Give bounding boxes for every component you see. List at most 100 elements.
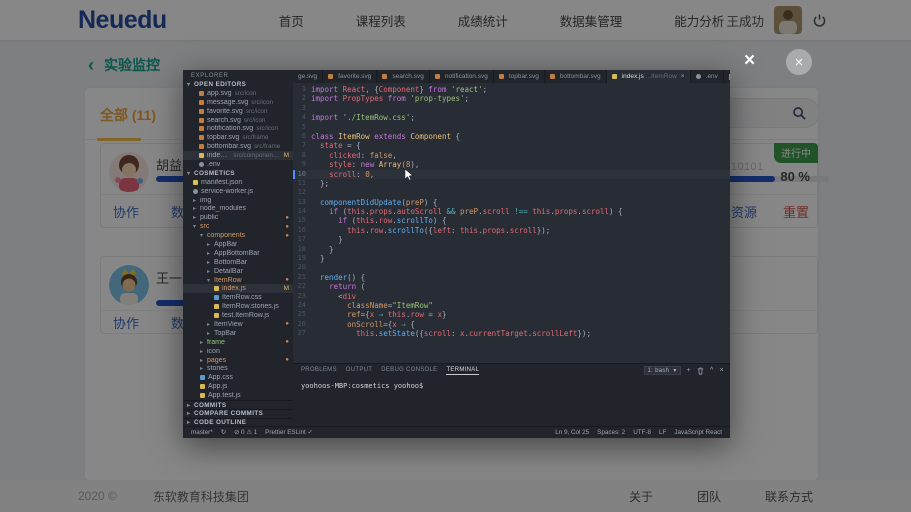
file-itemrow.stories.js[interactable]: ItemRow.stories.js [183, 302, 293, 311]
explorer-section-commits[interactable]: ▸COMMITS [183, 400, 293, 409]
file-manifest.json[interactable]: manifest.json [183, 178, 293, 187]
file-index.js[interactable]: index.jsM [183, 284, 293, 293]
file-app.svg[interactable]: app.svgsrc/icon [183, 89, 293, 98]
folder-components[interactable]: ▾components● [183, 231, 293, 240]
code-line-8[interactable]: 8 clicked: false, [293, 151, 730, 160]
code-line-15[interactable]: 15 if (this.row.scrollTo) { [293, 216, 730, 225]
status-item[interactable]: ↻ [221, 429, 226, 436]
file-search.svg[interactable]: search.svgsrc/icon [183, 116, 293, 125]
close-icon[interactable]: × [744, 50, 755, 72]
code-line-17[interactable]: 17 } [293, 235, 730, 244]
code-line-16[interactable]: 16 this.row.scrollTo({left: this.props.s… [293, 226, 730, 235]
code-editor[interactable]: 1import React, {Component} from 'react';… [293, 83, 730, 363]
code-line-5[interactable]: 5 [293, 123, 730, 132]
folder-topbar[interactable]: ▸TopBar [183, 329, 293, 338]
code-line-19[interactable]: 19 } [293, 254, 730, 263]
folder-frame[interactable]: ▸frame● [183, 338, 293, 347]
code-line-12[interactable]: 12 [293, 188, 730, 197]
kill-terminal-icon[interactable] [697, 367, 704, 375]
folder-icon[interactable]: ▸icon [183, 347, 293, 356]
code-line-6[interactable]: 6class ItemRow extends Component { [293, 132, 730, 141]
file-app.js[interactable]: App.js [183, 382, 293, 391]
code-line-21[interactable]: 21 render() { [293, 273, 730, 282]
explorer-section-compare-commits[interactable]: ▸COMPARE COMMITS [183, 409, 293, 418]
editor-tab-topbar.svg[interactable]: topbar.svg [494, 70, 545, 83]
explorer-section-open-editors[interactable]: ▾OPEN EDITORS [183, 80, 293, 89]
folder-itemview[interactable]: ▸ItemView● [183, 320, 293, 329]
panel-tab-debug-console[interactable]: DEBUG CONSOLE [381, 367, 437, 375]
status-item[interactable]: LF [659, 429, 666, 436]
status-item[interactable]: ⊘ 0 ⚠ 1 [234, 429, 257, 436]
code-line-10[interactable]: 10 scroll: 0, [293, 170, 730, 179]
file-itemrow.css[interactable]: ItemRow.css [183, 293, 293, 302]
file-index.js[interactable]: index.jssrc/components..M [183, 151, 293, 160]
folder-stories[interactable]: ▸stories [183, 365, 293, 374]
folder-bottombar[interactable]: ▸BottomBar [183, 258, 293, 267]
folder-src[interactable]: ▾src● [183, 222, 293, 231]
file-notification.svg[interactable]: notification.svgsrc/icon [183, 124, 293, 133]
status-item[interactable]: Spaces: 2 [597, 429, 625, 436]
code-line-27[interactable]: 27 this.setState({scroll: x.currentTarge… [293, 329, 730, 338]
code-line-26[interactable]: 26 onScroll={x ⇒ { [293, 320, 730, 329]
file-message.svg[interactable]: message.svgsrc/icon [183, 98, 293, 107]
folder-itemrow[interactable]: ▾ItemRow● [183, 276, 293, 285]
folder-appbottombar[interactable]: ▸AppBottomBar [183, 249, 293, 258]
status-item[interactable]: JavaScript React [674, 429, 722, 436]
code-line-25[interactable]: 25 ref={x ⇒ this.row = x} [293, 310, 730, 319]
code-line-20[interactable]: 20 [293, 263, 730, 272]
code-line-3[interactable]: 3 [293, 104, 730, 113]
line-text: if (this.row.scrollTo) { [311, 216, 446, 225]
file-topbar.svg[interactable]: topbar.svgsrc/frame [183, 133, 293, 142]
panel-tab-output[interactable]: OUTPUT [346, 367, 372, 375]
panel-tab-terminal[interactable]: TERMINAL [446, 367, 479, 375]
folder-appbar[interactable]: ▸AppBar [183, 240, 293, 249]
code-line-9[interactable]: 9 style: new Array(8), [293, 160, 730, 169]
file-favorite.svg[interactable]: favorite.svgsrc/icon [183, 107, 293, 116]
code-line-7[interactable]: 7 state = { [293, 141, 730, 150]
code-line-4[interactable]: 4import './ItemRow.css'; [293, 113, 730, 122]
folder-public[interactable]: ▸public● [183, 213, 293, 222]
code-line-1[interactable]: 1import React, {Component} from 'react'; [293, 85, 730, 94]
editor-tab-favorite.svg[interactable]: favorite.svg [323, 70, 377, 83]
status-item[interactable]: UTF-8 [633, 429, 651, 436]
explorer-section-code-outline[interactable]: ▸CODE OUTLINE [183, 418, 293, 426]
code-line-24[interactable]: 24 className="ItemRow" [293, 301, 730, 310]
folder-node_modules[interactable]: ▸node_modules [183, 204, 293, 213]
editor-tab-bottombar.svg[interactable]: bottombar.svg [545, 70, 607, 83]
code-line-11[interactable]: 11 }; [293, 179, 730, 188]
split-editor-icon[interactable] [729, 74, 730, 80]
close-panel-icon[interactable]: × [720, 367, 724, 374]
editor-tab-ge.svg[interactable]: ge.svg [293, 70, 323, 83]
file-app.css[interactable]: App.css [183, 373, 293, 382]
code-line-2[interactable]: 2import PropTypes from 'prop-types'; [293, 94, 730, 103]
shell-select[interactable]: 1: bash▾ [644, 366, 681, 375]
editor-tab-index.js[interactable]: index.js...ItemRow× [607, 70, 691, 83]
file-service-worker.js[interactable]: service-worker.js [183, 187, 293, 196]
file-bottombar.svg[interactable]: bottombar.svgsrc/frame [183, 142, 293, 151]
code-line-14[interactable]: 14 if (this.props.autoScroll && preP.scr… [293, 207, 730, 216]
file-app.test.js[interactable]: App.test.js [183, 391, 293, 400]
folder-pages[interactable]: ▸pages● [183, 356, 293, 365]
file-.env[interactable]: .env [183, 160, 293, 169]
folder-detailbar[interactable]: ▸DetailBar [183, 267, 293, 276]
editor-tab-notification.svg[interactable]: notification.svg [430, 70, 494, 83]
close-circle-icon[interactable]: × [786, 49, 812, 75]
code-line-13[interactable]: 13 componentDidUpdate(preP) { [293, 198, 730, 207]
status-item[interactable]: Prettier ESLint ✓ [265, 429, 313, 436]
maximize-panel-icon[interactable]: ^ [710, 367, 714, 374]
new-terminal-icon[interactable]: + [687, 367, 691, 374]
line-text: scroll: 0, [311, 170, 374, 179]
file-test.itemrow.js[interactable]: test.ItemRow.js [183, 311, 293, 320]
close-tab-icon[interactable]: × [681, 73, 685, 80]
code-line-18[interactable]: 18 } [293, 245, 730, 254]
status-item[interactable]: master* [191, 429, 213, 436]
panel-tab-problems[interactable]: PROBLEMS [301, 367, 337, 375]
code-line-23[interactable]: 23 <div [293, 292, 730, 301]
editor-tab-.env[interactable]: .env [691, 70, 724, 83]
status-item[interactable]: Ln 9, Col 25 [555, 429, 589, 436]
editor-tab-search.svg[interactable]: search.svg [377, 70, 429, 83]
code-line-22[interactable]: 22 return ( [293, 282, 730, 291]
folder-img[interactable]: ▸img [183, 196, 293, 205]
terminal-prompt[interactable]: yoohoos-MBP:cosmetics yoohoo$ [293, 377, 730, 390]
explorer-section-cosmetics[interactable]: ▾COSMETICS [183, 169, 293, 178]
